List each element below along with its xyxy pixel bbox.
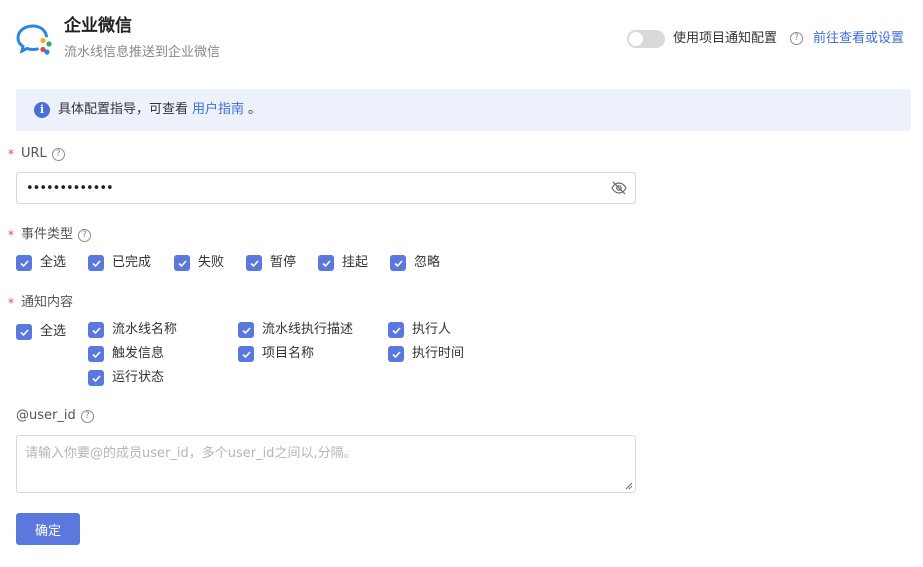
url-input[interactable] xyxy=(26,179,606,197)
use-project-config-label: 使用项目通知配置 xyxy=(673,31,778,46)
checkbox-checked-icon xyxy=(88,255,104,271)
checkbox-checked-icon xyxy=(16,324,32,340)
checkbox-label: 执行时间 xyxy=(412,346,465,361)
notify-checkbox-executor[interactable]: 执行人 xyxy=(388,321,451,339)
checkbox-label: 项目名称 xyxy=(262,346,315,361)
checkbox-checked-icon xyxy=(388,346,404,362)
required-mark: * xyxy=(8,147,14,161)
eye-off-icon[interactable] xyxy=(611,181,627,195)
checkbox-label: 全选 xyxy=(40,255,67,270)
use-project-config-toggle[interactable] xyxy=(627,30,665,48)
user-id-label-text: @user_id xyxy=(16,408,76,423)
checkbox-checked-icon xyxy=(318,255,334,271)
resize-handle-icon[interactable] xyxy=(624,481,633,490)
checkbox-checked-icon xyxy=(174,255,190,271)
user-id-field[interactable] xyxy=(16,435,636,493)
help-icon[interactable]: ? xyxy=(790,32,803,45)
user-id-textarea[interactable] xyxy=(25,442,625,486)
event-checkbox-suspended[interactable]: 挂起 xyxy=(318,254,368,272)
notify-checkbox-pipeline-desc[interactable]: 流水线执行描述 xyxy=(238,321,353,339)
confirm-button[interactable]: 确定 xyxy=(16,513,80,545)
notify-content-label: * 通知内容 xyxy=(8,294,73,312)
checkbox-label: 全选 xyxy=(40,324,67,339)
checkbox-checked-icon xyxy=(16,255,32,271)
required-mark: * xyxy=(8,296,14,310)
info-banner: i 具体配置指导，可查看 用户指南。 xyxy=(16,89,911,131)
checkbox-label: 暂停 xyxy=(270,255,297,270)
notify-content-label-text: 通知内容 xyxy=(21,295,74,310)
checkbox-checked-icon xyxy=(88,370,104,386)
checkbox-checked-icon xyxy=(390,255,406,271)
url-label-text: URL xyxy=(21,146,47,161)
checkbox-checked-icon xyxy=(238,346,254,362)
checkbox-label: 失败 xyxy=(198,255,225,270)
event-checkbox-completed[interactable]: 已完成 xyxy=(88,254,151,272)
user-id-label: @user_id ? xyxy=(16,407,94,425)
event-type-label-text: 事件类型 xyxy=(21,227,74,242)
page-title: 企业微信 xyxy=(64,16,132,36)
notify-checkbox-trigger-info[interactable]: 触发信息 xyxy=(88,345,164,363)
checkbox-checked-icon xyxy=(88,322,104,338)
checkbox-label: 忽略 xyxy=(414,255,441,270)
help-icon[interactable]: ? xyxy=(78,228,92,242)
help-icon[interactable]: ? xyxy=(51,147,65,161)
url-field[interactable] xyxy=(16,172,636,204)
info-text: 具体配置指导，可查看 用户指南。 xyxy=(58,101,261,119)
toggle-knob xyxy=(629,32,643,46)
notify-checkbox-pipeline-name[interactable]: 流水线名称 xyxy=(88,321,177,339)
notify-checkbox-project-name[interactable]: 项目名称 xyxy=(238,345,314,363)
notify-checkbox-all[interactable]: 全选 xyxy=(16,323,66,341)
info-text-before: 具体配置指导，可查看 xyxy=(58,102,189,117)
checkbox-label: 运行状态 xyxy=(112,370,165,385)
help-icon[interactable]: ? xyxy=(80,409,94,423)
goto-settings-link[interactable]: 前往查看或设置 xyxy=(813,30,904,48)
url-label: * URL ? xyxy=(8,145,65,163)
required-mark: * xyxy=(8,228,14,242)
checkbox-label: 流水线执行描述 xyxy=(262,322,354,337)
notify-checkbox-run-status[interactable]: 运行状态 xyxy=(88,369,164,387)
checkbox-label: 执行人 xyxy=(412,322,452,337)
event-checkbox-paused[interactable]: 暂停 xyxy=(246,254,296,272)
checkbox-label: 已完成 xyxy=(112,255,152,270)
checkbox-checked-icon xyxy=(88,346,104,362)
event-checkbox-ignored[interactable]: 忽略 xyxy=(390,254,440,272)
event-checkbox-failed[interactable]: 失败 xyxy=(174,254,224,272)
info-icon: i xyxy=(34,102,50,118)
info-text-after: 。 xyxy=(248,102,262,117)
event-type-label: * 事件类型 ? xyxy=(8,226,92,244)
event-checkbox-all[interactable]: 全选 xyxy=(16,254,66,272)
wecom-logo-icon xyxy=(16,24,52,55)
notify-checkbox-exec-time[interactable]: 执行时间 xyxy=(388,345,464,363)
checkbox-label: 触发信息 xyxy=(112,346,165,361)
page-subtitle: 流水线信息推送到企业微信 xyxy=(64,45,221,60)
checkbox-checked-icon xyxy=(238,322,254,338)
user-guide-link[interactable]: 用户指南 xyxy=(192,102,244,117)
checkbox-checked-icon xyxy=(388,322,404,338)
checkbox-label: 流水线名称 xyxy=(112,322,178,337)
checkbox-label: 挂起 xyxy=(342,255,369,270)
checkbox-checked-icon xyxy=(246,255,262,271)
